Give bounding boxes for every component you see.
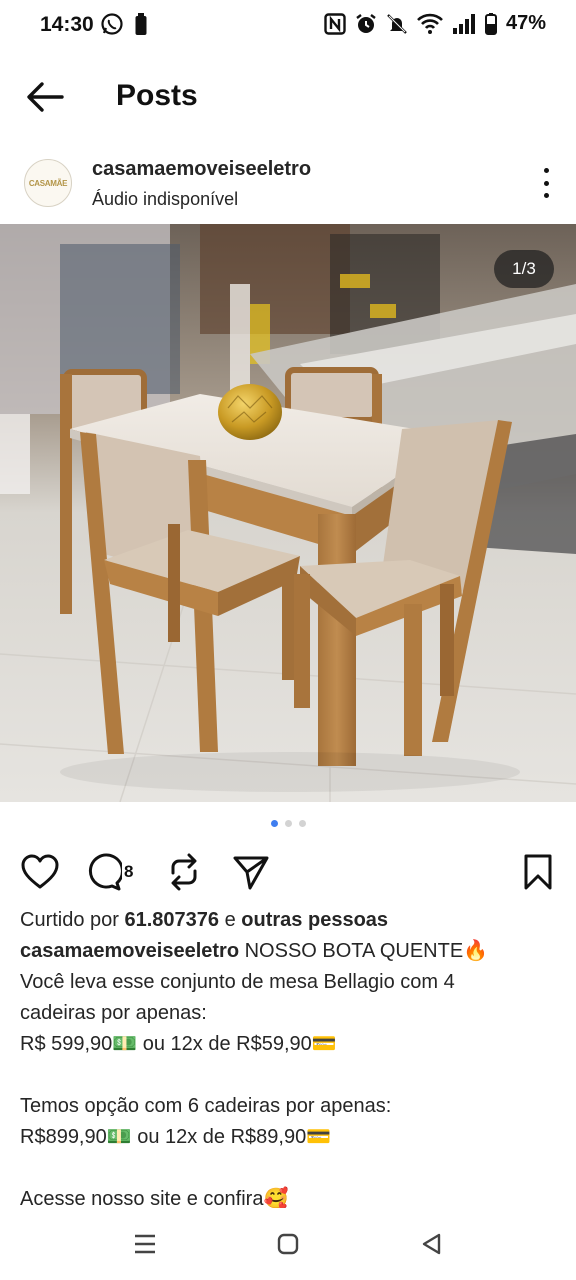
like-button[interactable] <box>20 852 60 892</box>
media-counter: 1/3 <box>494 250 554 288</box>
battery-icon <box>484 12 497 35</box>
status-system-icons: 47% <box>324 12 546 35</box>
whatsapp-icon <box>101 13 123 35</box>
nfc-icon <box>324 12 346 35</box>
battery-percent: 47% <box>505 12 546 34</box>
signal-icon <box>452 13 475 34</box>
audio-status[interactable]: Áudio indisponível <box>92 189 238 210</box>
carousel-dot <box>270 820 278 827</box>
post-header: CASAMÃE casamaemoveiseeletro Áudio indis… <box>0 148 576 220</box>
post-media[interactable]: 1/3 <box>0 224 576 802</box>
system-back-button[interactable] <box>413 1226 449 1262</box>
carousel-dot <box>298 820 306 827</box>
triangle-back-icon <box>422 1233 441 1255</box>
status-time: 14:30 <box>40 13 94 36</box>
home-button[interactable] <box>270 1226 306 1262</box>
repost-icon <box>171 853 197 891</box>
carousel-indicator <box>0 820 576 827</box>
status-bar: 14:30 47% <box>0 0 576 52</box>
more-vertical-icon <box>543 168 549 173</box>
app-header: Posts <box>0 62 576 132</box>
comment-button[interactable]: 8 <box>84 852 133 892</box>
status-notification-icons <box>100 12 148 36</box>
alarm-icon <box>356 13 376 33</box>
carousel-dot <box>284 820 292 827</box>
battery-saver-icon <box>135 13 147 35</box>
caption-line: R$ 599,90💵 ou 12x de R$59,90💳 <box>20 1033 337 1055</box>
avatar[interactable]: CASAMÃE <box>24 159 72 207</box>
recent-apps-button[interactable] <box>127 1226 163 1262</box>
post-photo <box>0 224 576 802</box>
send-icon <box>233 856 269 890</box>
likes-summary[interactable]: Curtido por 61.807376 e outras pessoas <box>20 905 556 936</box>
heart-icon <box>21 854 59 889</box>
caption-line: Temos opção com 6 cadeiras por apenas: <box>20 1095 392 1117</box>
post-actions: 8 <box>0 846 576 898</box>
comment-icon <box>88 853 122 891</box>
home-square-icon <box>277 1233 299 1255</box>
bookmark-icon <box>524 854 552 890</box>
post-username[interactable]: casamaemoveiseeletro <box>92 158 311 181</box>
page-title: Posts <box>116 79 198 112</box>
comment-count: 8 <box>124 862 134 881</box>
more-options-button[interactable] <box>540 168 552 198</box>
avatar-logo-text: CASAMÃE <box>28 178 68 188</box>
caption-username[interactable]: casamaemoveiseeletro <box>20 940 239 962</box>
caption-line: casamaemoveiseeletro NOSSO BOTA QUENTE🔥 <box>20 940 489 962</box>
share-button[interactable] <box>232 852 270 892</box>
caption-line: cadeiras por apenas: <box>20 1002 207 1024</box>
system-navigation-bar <box>0 1208 576 1280</box>
post-caption: Curtido por 61.807376 e outras pessoas c… <box>20 905 556 1215</box>
save-button[interactable] <box>522 852 554 892</box>
caption-line: R$899,90💵 ou 12x de R$89,90💳 <box>20 1126 332 1148</box>
wifi-icon <box>417 13 443 34</box>
repost-button[interactable] <box>166 852 202 892</box>
mute-icon <box>387 13 407 34</box>
arrow-left-icon <box>27 82 64 112</box>
caption-line: Você leva esse conjunto de mesa Bellagio… <box>20 971 455 993</box>
back-button[interactable] <box>24 80 66 114</box>
menu-lines-icon <box>135 1234 155 1254</box>
